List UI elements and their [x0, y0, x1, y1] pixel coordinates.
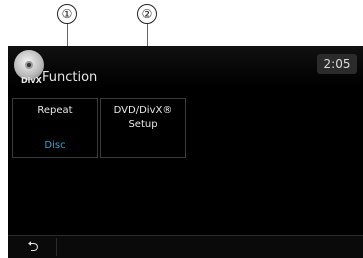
setup-label-line2: Setup	[128, 119, 158, 130]
repeat-label: Repeat	[37, 105, 73, 116]
repeat-button[interactable]: Repeat Disc	[12, 98, 98, 158]
repeat-value: Disc	[44, 140, 66, 151]
back-button[interactable]: ⮌	[10, 238, 57, 256]
page-title: Function	[42, 70, 98, 85]
header: DivX Function 2:05	[8, 46, 363, 86]
footer-bar: ⮌	[8, 235, 363, 258]
device-screen: DivX Function 2:05 Repeat Disc DVD/DivX®…	[8, 46, 363, 258]
clock: 2:05	[317, 54, 357, 74]
back-icon: ⮌	[27, 239, 39, 255]
divx-badge: DivX	[21, 76, 42, 85]
callout-1: ①	[57, 4, 77, 24]
setup-label-line1: DVD/DivX®	[113, 105, 173, 116]
dvd-divx-setup-button[interactable]: DVD/DivX® Setup	[100, 98, 186, 158]
callout-2: ②	[137, 4, 157, 24]
